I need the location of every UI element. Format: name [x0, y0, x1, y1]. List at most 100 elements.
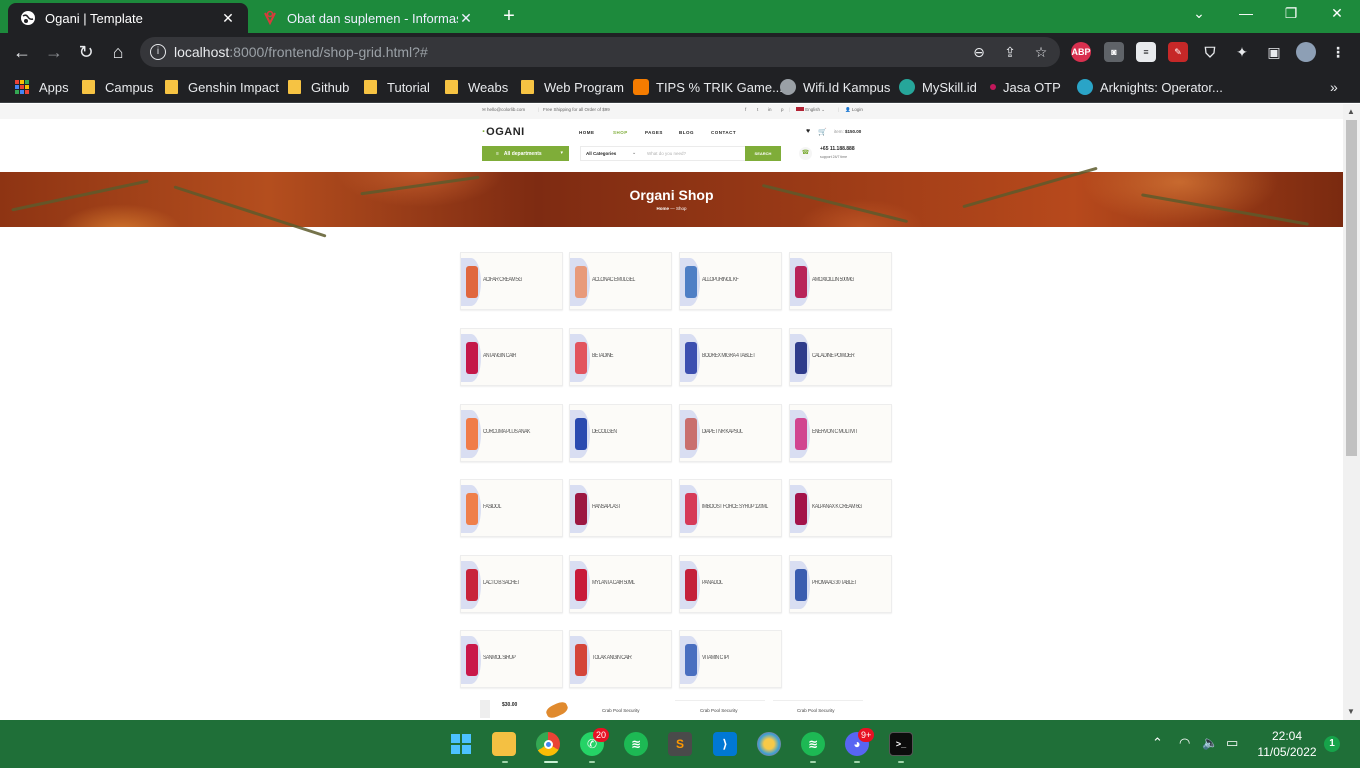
restore-button[interactable]: ❐ — [1281, 5, 1301, 22]
product-title[interactable]: BODREX MIGRA 4 TABLET — [702, 353, 768, 359]
product-title[interactable]: PANADOL — [702, 580, 768, 586]
search-button[interactable]: SEARCH — [745, 146, 781, 161]
search-input[interactable]: What do you need? — [647, 151, 686, 156]
nav-shop[interactable]: SHOP — [613, 130, 628, 135]
spotify-icon[interactable]: ≋ — [624, 732, 648, 756]
nav-blog[interactable]: BLOG — [679, 130, 694, 135]
bookmark-myskill[interactable]: MySkill.id — [899, 77, 977, 97]
spotify-icon[interactable]: ≋ — [801, 732, 825, 756]
product-card[interactable]: ENERVON C MULTIVIT — [789, 404, 892, 462]
product-card[interactable]: IMBOOST FORCE SYRUP 120ML — [679, 479, 782, 537]
camera-icon[interactable]: ◙ — [1104, 42, 1124, 62]
windows-start-icon[interactable] — [449, 732, 473, 756]
wifi-icon[interactable]: ◠ — [1179, 735, 1190, 751]
product-card[interactable]: DECOLGEN — [569, 404, 672, 462]
scroll-up-arrow-icon[interactable]: ▲ — [1347, 107, 1355, 116]
close-tab-icon[interactable]: ✕ — [458, 10, 474, 27]
forward-arrow-icon[interactable]: → — [43, 41, 65, 63]
close-window-button[interactable]: ✕ — [1327, 5, 1347, 22]
product-card[interactable]: SANMOL SIRUP — [460, 630, 563, 688]
product-title[interactable]: IMBOOST FORCE SYRUP 120ML — [702, 504, 768, 510]
product-title[interactable]: AMOXICILLIN 500MG — [812, 277, 878, 283]
product-title[interactable]: SANMOL SIRUP — [483, 655, 549, 661]
more-bookmarks-chevron-icon[interactable]: » — [1330, 77, 1338, 97]
nav-home[interactable]: HOME — [579, 130, 595, 135]
bookmark-tutorial[interactable]: Tutorial — [364, 77, 430, 97]
bookmark-wifi-id[interactable]: Wifi.Id Kampus — [780, 77, 890, 97]
product-card[interactable]: FASIDOL — [460, 479, 563, 537]
notification-badge[interactable]: 1 — [1324, 736, 1340, 752]
minimize-button[interactable]: — — [1236, 5, 1256, 21]
product-card[interactable]: BODREX MIGRA 4 TABLET — [679, 328, 782, 386]
product-card[interactable]: LACTO B SACHET — [460, 555, 563, 613]
chevron-up-icon[interactable]: ⌃ — [1152, 735, 1163, 751]
product-title[interactable]: TOLAK ANGIN CAIR — [592, 655, 658, 661]
page-scrollbar[interactable]: ▲ ▼ — [1343, 104, 1360, 720]
site-logo[interactable]: ·OGANI — [482, 126, 525, 138]
adblock-icon[interactable]: ABP — [1071, 42, 1091, 62]
address-bar[interactable]: i localhost:8000/frontend/shop-grid.html… — [140, 37, 1060, 67]
davinci-icon[interactable] — [757, 732, 781, 756]
product-title[interactable]: DIAPET NR KAPSUL — [702, 429, 768, 435]
pen-tool-icon[interactable]: ✎ — [1168, 42, 1188, 62]
bookmark-jasa-otp[interactable]: Jasa OTP — [990, 77, 1061, 97]
twitter-icon[interactable]: t — [757, 107, 758, 112]
back-arrow-icon[interactable]: ← — [11, 41, 33, 63]
battery-icon[interactable]: ▭ — [1226, 735, 1238, 751]
product-title[interactable]: ALLOPURINOL KF — [702, 277, 768, 283]
linkedin-icon[interactable]: in — [768, 107, 772, 112]
product-title[interactable]: PROMAAG 30 TABLET — [812, 580, 878, 586]
tab-search-chevron-icon[interactable]: ⌄ — [1189, 5, 1209, 22]
reload-icon[interactable]: ↻ — [75, 41, 97, 63]
shield-icon[interactable]: ⛉ — [1200, 42, 1220, 62]
product-title[interactable]: ANTANGIN CAIR — [483, 353, 549, 359]
product-card[interactable]: PROMAAG 30 TABLET — [789, 555, 892, 613]
file-explorer-icon[interactable] — [492, 732, 516, 756]
product-card[interactable]: ACLONAC EMULGEL — [569, 252, 672, 310]
bookmark-genshin[interactable]: Genshin Impact — [165, 77, 279, 97]
language-select[interactable]: English ⌄ — [796, 107, 825, 113]
product-card[interactable]: ANTANGIN CAIR — [460, 328, 563, 386]
volume-icon[interactable]: 🔈 — [1202, 735, 1218, 751]
bookmark-weabs[interactable]: Weabs — [445, 77, 508, 97]
product-title[interactable]: ACIFAR CREAM 5G — [483, 277, 549, 283]
product-card[interactable]: PANADOL — [679, 555, 782, 613]
product-title[interactable]: VITAMIN C IPI — [702, 655, 768, 661]
bookmark-github[interactable]: Github — [288, 77, 349, 97]
tab-ogani[interactable]: Ogani | Template ✕ — [8, 3, 248, 33]
product-card[interactable]: CURCUMA PLUS ANAK — [460, 404, 563, 462]
product-title[interactable]: CALADINE POWDER — [812, 353, 878, 359]
side-panel-icon[interactable]: ▣ — [1264, 42, 1284, 62]
product-title[interactable]: BETADINE — [592, 353, 658, 359]
url-text[interactable]: localhost:8000/frontend/shop-grid.html?# — [174, 44, 428, 60]
product-name[interactable]: Crab Pool Security — [700, 708, 738, 713]
bookmark-apps[interactable]: Apps — [15, 77, 69, 97]
product-card[interactable]: HANSAPLAST — [569, 479, 672, 537]
site-info-icon[interactable]: i — [150, 44, 166, 60]
bookmark-arknights[interactable]: Arknights: Operator... — [1077, 77, 1223, 97]
nav-contact[interactable]: CONTACT — [711, 130, 736, 135]
product-card[interactable]: ALLOPURINOL KF — [679, 252, 782, 310]
product-title[interactable]: FASIDOL — [483, 504, 549, 510]
terminal-icon[interactable]: >_ — [889, 732, 913, 756]
product-title[interactable]: ENERVON C MULTIVIT — [812, 429, 878, 435]
scrollbar-thumb[interactable] — [1346, 120, 1357, 456]
facebook-icon[interactable]: f — [745, 107, 746, 112]
product-title[interactable]: DECOLGEN — [592, 429, 658, 435]
chrome-icon[interactable] — [536, 732, 560, 756]
close-tab-icon[interactable]: ✕ — [220, 10, 236, 27]
new-tab-button[interactable]: + — [498, 6, 520, 28]
product-title[interactable]: CURCUMA PLUS ANAK — [483, 429, 549, 435]
bookmark-campus[interactable]: Campus — [82, 77, 153, 97]
product-card[interactable]: TOLAK ANGIN CAIR — [569, 630, 672, 688]
product-card[interactable]: DIAPET NR KAPSUL — [679, 404, 782, 462]
vscode-icon[interactable]: ⟩ — [713, 732, 737, 756]
pinterest-icon[interactable]: p — [781, 107, 784, 112]
bookmark-web-program[interactable]: Web Program — [521, 77, 624, 97]
home-icon[interactable]: ⌂ — [107, 41, 129, 63]
share-icon[interactable]: ⇪ — [1001, 43, 1019, 61]
tab-obat[interactable]: Obat dan suplemen - Informasi k ✕ — [250, 3, 486, 33]
product-title[interactable]: HANSAPLAST — [592, 504, 658, 510]
product-title[interactable]: MYLANTA CAIR 50ML — [592, 580, 658, 586]
product-card[interactable]: MYLANTA CAIR 50ML — [569, 555, 672, 613]
